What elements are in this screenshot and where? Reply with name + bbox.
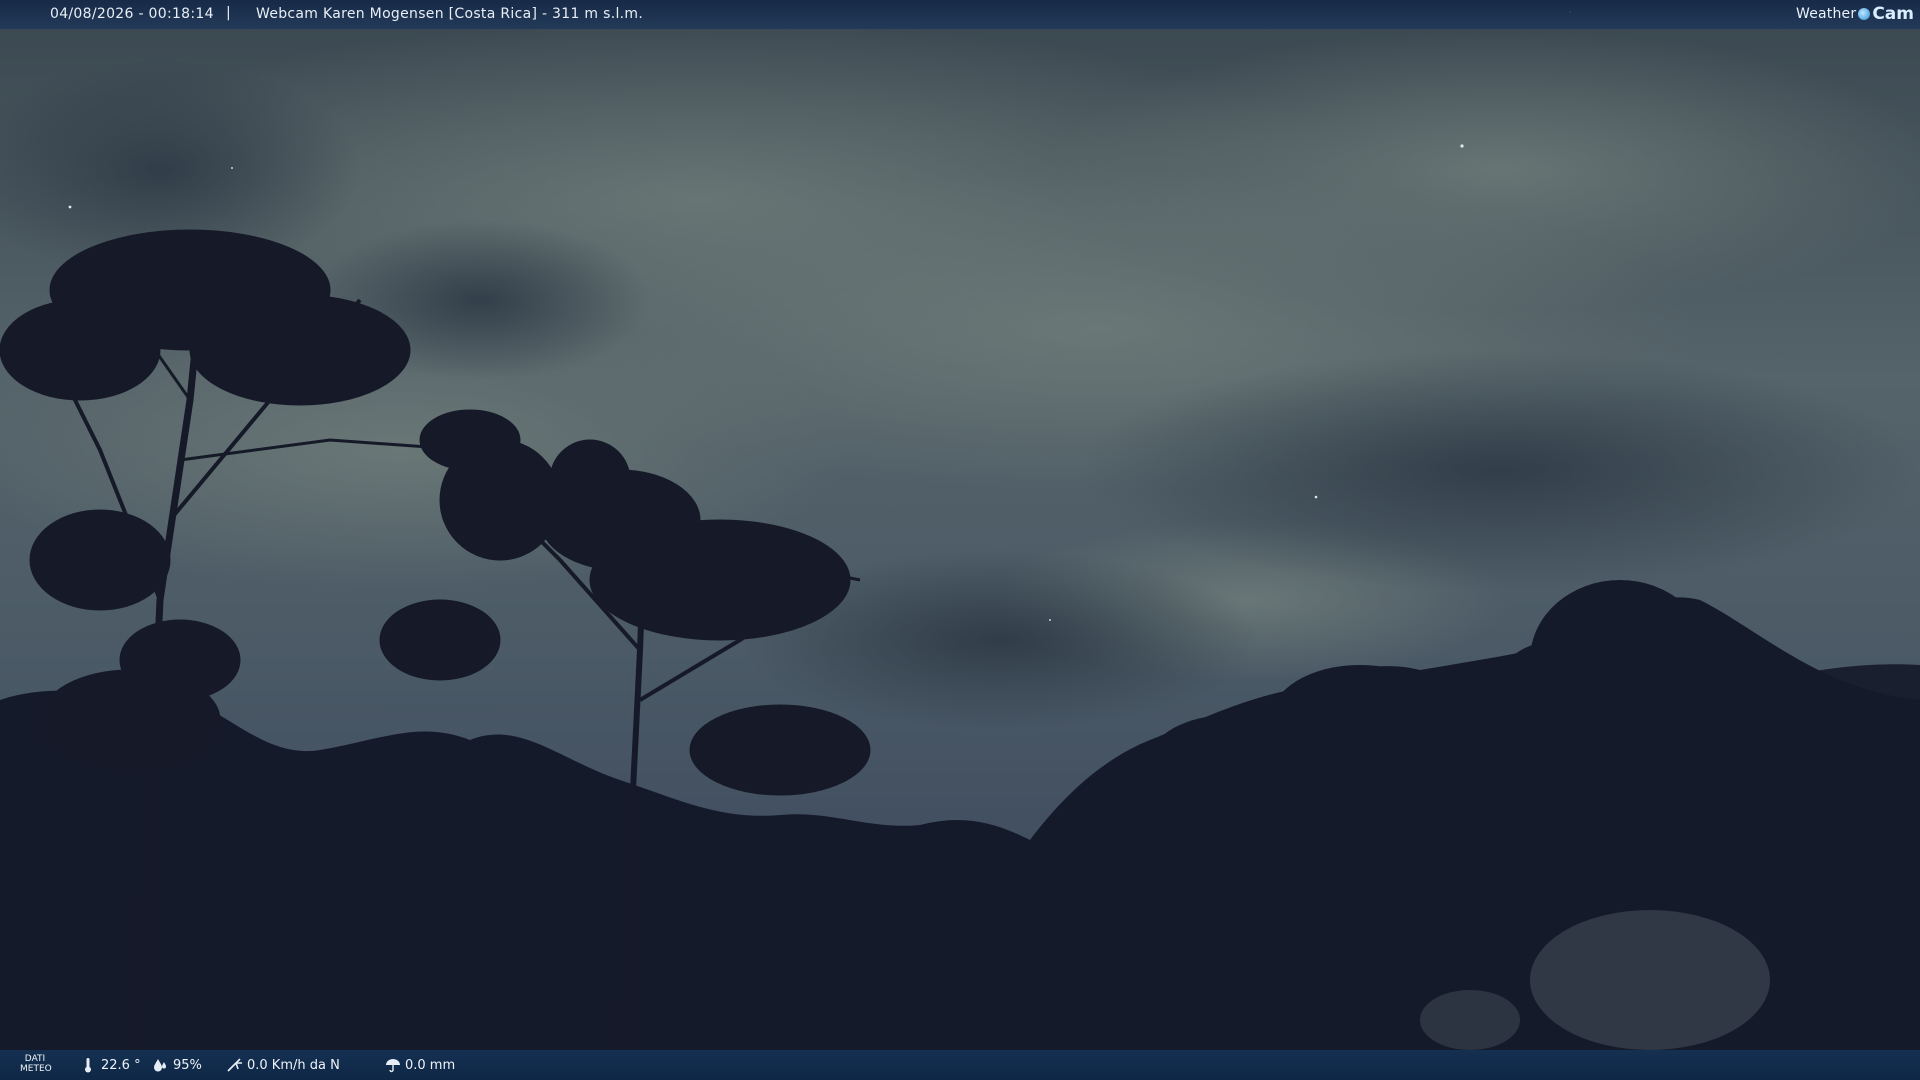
webcam-image — [0, 0, 1920, 1080]
rain-metric: 0.0 mm — [384, 1057, 455, 1073]
datetime-label: 04/08/2026 - 00:18:14 — [50, 6, 214, 22]
separator: | — [226, 5, 231, 21]
rain-value: 0.0 mm — [405, 1057, 456, 1073]
top-info-bar: 04/08/2026 - 00:18:14 | Webcam Karen Mog… — [0, 0, 1920, 29]
webcam-frame: 04/08/2026 - 00:18:14 | Webcam Karen Mog… — [0, 0, 1920, 1080]
dati-line2: METEO — [20, 1064, 52, 1074]
weathercam-logo[interactable]: Weather Cam — [1796, 4, 1914, 24]
thermometer-icon — [80, 1057, 96, 1073]
weather-data-bar: DATI METEO 22.6 ° 95% 0.0 Km/h da N 0.0 … — [0, 1050, 1920, 1080]
humidity-metric: 95% — [152, 1057, 202, 1073]
location-label: Webcam Karen Mogensen [Costa Rica] - 311… — [256, 6, 644, 22]
rain-icon — [384, 1057, 400, 1073]
globe-icon — [1858, 8, 1871, 20]
temperature-metric: 22.6 ° — [80, 1057, 141, 1073]
brand-cam-text: Cam — [1872, 4, 1914, 24]
temperature-value: 22.6 ° — [101, 1057, 141, 1073]
dati-line1: DATI — [24, 1054, 46, 1064]
wind-value: 0.0 Km/h da N — [247, 1057, 340, 1073]
humidity-icon — [152, 1057, 168, 1073]
dati-meteo-label[interactable]: DATI METEO — [20, 1054, 52, 1074]
wind-icon — [226, 1057, 242, 1073]
wind-metric: 0.0 Km/h da N — [226, 1057, 340, 1073]
humidity-value: 95% — [173, 1057, 202, 1073]
brand-weather-text: Weather — [1795, 6, 1857, 22]
